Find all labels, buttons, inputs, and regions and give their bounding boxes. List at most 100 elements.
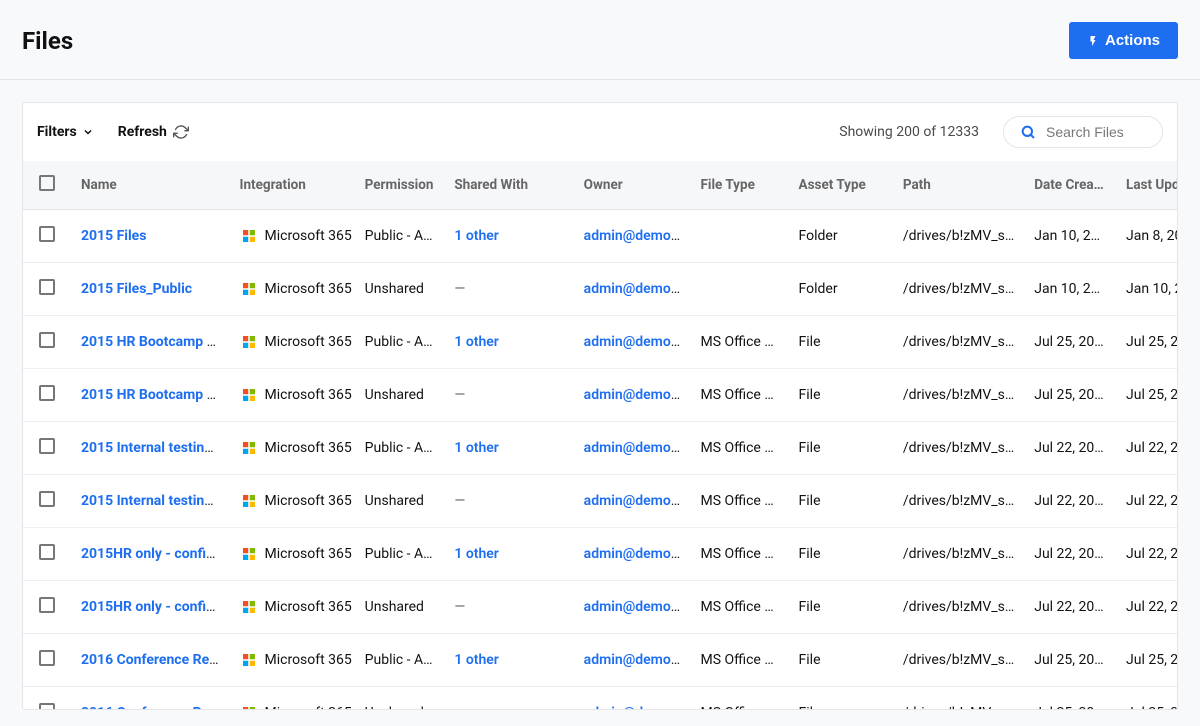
owner-link[interactable]: admin@demobet… (584, 705, 691, 709)
microsoft-365-icon (240, 227, 258, 245)
asset-type-text: Folder (799, 228, 838, 244)
row-checkbox[interactable] (39, 226, 55, 242)
asset-type-text: File (799, 440, 821, 456)
select-all-checkbox[interactable] (39, 175, 55, 191)
file-name-link[interactable]: 2015HR only - confiden… (81, 546, 230, 562)
horizontal-scrollbar[interactable] (22, 710, 1178, 726)
col-filetype[interactable]: File Type (690, 161, 788, 210)
col-owner[interactable]: Owner (574, 161, 691, 210)
table-scroll[interactable]: Name Integration Permission Shared With … (23, 161, 1177, 709)
col-integration[interactable]: Integration (230, 161, 355, 210)
permission-text: Public - Acce… (365, 652, 445, 668)
owner-link[interactable]: admin@demobet… (584, 440, 691, 456)
file-name-link[interactable]: 2015HR only - confiden… (81, 599, 230, 615)
row-checkbox[interactable] (39, 650, 55, 666)
file-type-text: MS Office Po… (700, 705, 788, 709)
col-path[interactable]: Path (893, 161, 1024, 210)
file-type-text: MS Office Do… (700, 387, 788, 403)
col-permission[interactable]: Permission (355, 161, 445, 210)
path-text: /drives/b!zMV_ssLs… (903, 281, 1024, 297)
last-updated-text: Jul 22, 2019 11:0 (1126, 546, 1177, 562)
file-name-link[interactable]: 2015 Internal testing pr… (81, 493, 230, 509)
integration-name: Microsoft 365 (265, 334, 352, 350)
shared-none: — (454, 705, 465, 709)
date-created-text: Jul 25, 2019 … (1034, 387, 1116, 403)
filters-button[interactable]: Filters (37, 124, 94, 140)
last-updated-text: Jul 25, 2019 10:1 (1126, 387, 1177, 403)
file-name-link[interactable]: 2016 Conference Recap… (81, 705, 230, 709)
file-name-link[interactable]: 2015 Files (81, 228, 146, 244)
search-input-wrap[interactable] (1003, 116, 1163, 148)
row-checkbox[interactable] (39, 438, 55, 454)
asset-type-text: File (799, 493, 821, 509)
permission-text: Public - Acce… (365, 440, 445, 456)
actions-button[interactable]: Actions (1069, 22, 1178, 59)
table-row: 2016 Conference Recap…Microsoft 365Unsha… (23, 687, 1177, 710)
date-created-text: Jan 10, 2021… (1034, 281, 1116, 297)
table-header-row: Name Integration Permission Shared With … (23, 161, 1177, 210)
permission-text: Unshared (365, 387, 424, 403)
col-updated[interactable]: Last Updat (1116, 161, 1177, 210)
col-assettype[interactable]: Asset Type (789, 161, 893, 210)
table-row: 2015 HR Bootcamp Pla…Microsoft 365Unshar… (23, 369, 1177, 422)
last-updated-text: Jul 22, 2019 11:0 (1126, 599, 1177, 615)
shared-with-link[interactable]: 1 other (454, 652, 499, 668)
col-shared[interactable]: Shared With (444, 161, 573, 210)
owner-link[interactable]: admin@demobet… (584, 652, 691, 668)
permission-text: Public - Acce… (365, 228, 445, 244)
shared-with-link[interactable]: 1 other (454, 440, 499, 456)
microsoft-365-icon (240, 704, 258, 709)
col-created[interactable]: Date Created (1024, 161, 1116, 210)
actions-label: Actions (1105, 32, 1160, 49)
date-created-text: Jul 22, 2019 … (1034, 440, 1116, 456)
owner-link[interactable]: admin@demobet… (584, 387, 691, 403)
row-checkbox[interactable] (39, 491, 55, 507)
table-row: 2015HR only - confiden…Microsoft 365Unsh… (23, 581, 1177, 634)
date-created-text: Jul 22, 2019 … (1034, 546, 1116, 562)
integration-name: Microsoft 365 (265, 440, 352, 456)
date-created-text: Jul 22, 2019 … (1034, 493, 1116, 509)
asset-type-text: File (799, 652, 821, 668)
path-text: /drives/b!zMV_ssLs… (903, 599, 1024, 615)
file-name-link[interactable]: 2016 Conference Recap… (81, 652, 230, 668)
file-type-text: MS Office Do… (700, 599, 788, 615)
shared-with-link[interactable]: 1 other (454, 546, 499, 562)
file-name-link[interactable]: 2015 Internal testing pr… (81, 440, 230, 456)
owner-link[interactable]: admin@demobet… (584, 546, 691, 562)
row-checkbox[interactable] (39, 597, 55, 613)
owner-link[interactable]: admin@demobet… (584, 334, 691, 350)
filters-label: Filters (37, 124, 77, 140)
row-checkbox[interactable] (39, 544, 55, 560)
shared-with-link[interactable]: 1 other (454, 334, 499, 350)
integration-name: Microsoft 365 (265, 705, 352, 709)
file-name-link[interactable]: 2015 HR Bootcamp Pla… (81, 387, 230, 403)
shared-with-link[interactable]: 1 other (454, 228, 499, 244)
file-name-link[interactable]: 2015 Files_Public (81, 281, 192, 297)
owner-link[interactable]: admin@demobet… (584, 493, 691, 509)
shared-none: — (454, 387, 465, 403)
file-name-link[interactable]: 2015 HR Bootcamp Pla… (81, 334, 230, 350)
row-checkbox[interactable] (39, 703, 55, 709)
row-checkbox[interactable] (39, 279, 55, 295)
search-input[interactable] (1046, 124, 1146, 140)
table-row: 2015 HR Bootcamp Pla…Microsoft 365Public… (23, 316, 1177, 369)
microsoft-365-icon (240, 280, 258, 298)
integration-name: Microsoft 365 (265, 493, 352, 509)
file-type-text: MS Office Do… (700, 493, 788, 509)
date-created-text: Jul 25, 2019 … (1034, 334, 1116, 350)
file-type-text: MS Office Do… (700, 334, 788, 350)
row-checkbox[interactable] (39, 332, 55, 348)
permission-text: Public - Acce… (365, 546, 445, 562)
row-checkbox[interactable] (39, 385, 55, 401)
files-panel: Filters Refresh Showing 200 of 12333 (22, 102, 1178, 710)
refresh-button[interactable]: Refresh (118, 124, 189, 140)
microsoft-365-icon (240, 386, 258, 404)
owner-link[interactable]: admin@demobet… (584, 599, 691, 615)
refresh-label: Refresh (118, 124, 167, 140)
owner-link[interactable]: admin@demobet… (584, 228, 691, 244)
table-row: 2016 Conference Recap…Microsoft 365Publi… (23, 634, 1177, 687)
file-type-text: MS Office Do… (700, 440, 788, 456)
col-name[interactable]: Name (71, 161, 230, 210)
table-row: 2015HR only - confiden…Microsoft 365Publ… (23, 528, 1177, 581)
owner-link[interactable]: admin@demobet… (584, 281, 691, 297)
